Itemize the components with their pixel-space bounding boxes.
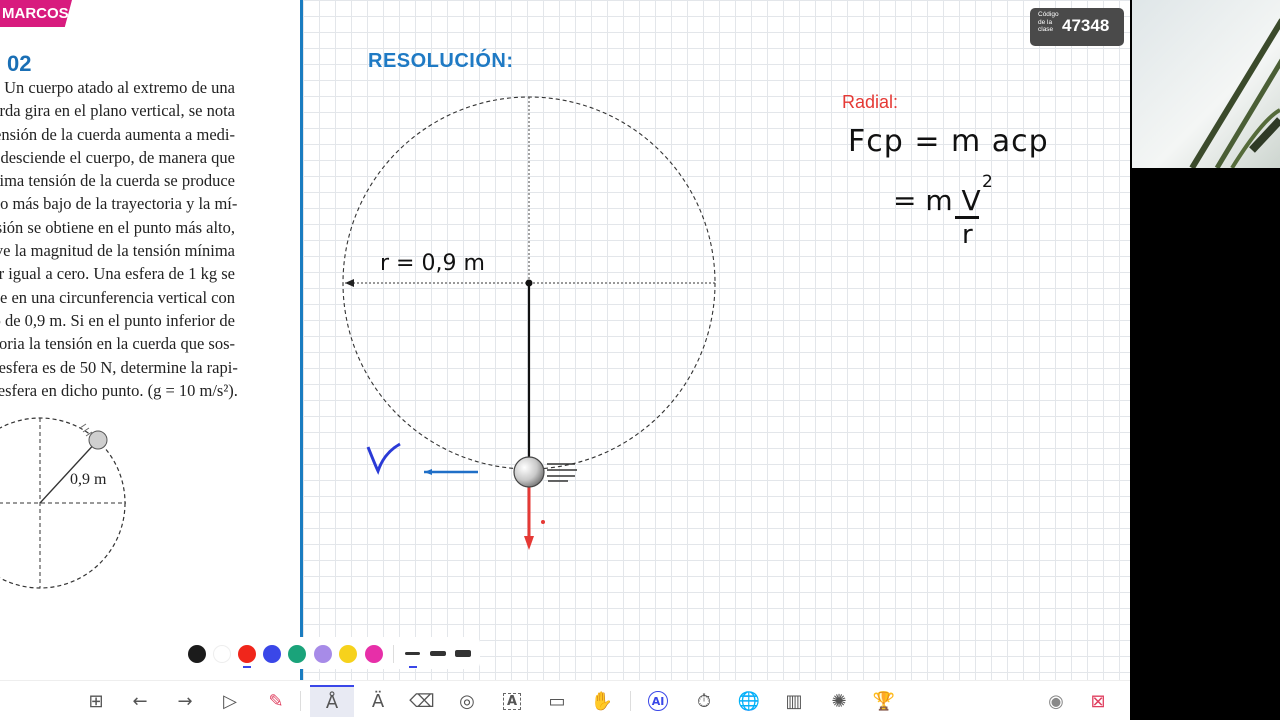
color-green-swatch[interactable] (288, 645, 306, 663)
timer-icon[interactable]: ⏱ (688, 685, 720, 717)
grid-icon[interactable]: ⊞ (80, 685, 112, 717)
color-yellow-swatch[interactable] (339, 645, 357, 663)
resolution-title: RESOLUCIÓN: (368, 50, 514, 72)
ai-icon-label: AI (648, 691, 668, 711)
velocity-arrowhead (424, 469, 432, 475)
selected-stroke-indicator (409, 666, 417, 668)
bottom-toolbar: ⊞ ← → ▷ ✎ Å Ä ⌫ ◎ A ▭ ✋ AI ⏱ 🌐 ▥ ✺ 🏆 ◉ ⊠ (0, 680, 1130, 721)
toolbar-divider (300, 691, 301, 711)
stroke-medium-option[interactable] (430, 651, 446, 656)
board-icon[interactable]: ▭ (541, 685, 573, 717)
stroke-thin-option[interactable] (405, 652, 420, 655)
color-palette (180, 637, 480, 669)
color-red-swatch[interactable] (238, 645, 256, 663)
motion-lines (547, 463, 577, 482)
shapes-icon[interactable]: ◎ (451, 685, 483, 717)
undo-icon[interactable]: ← (124, 685, 156, 717)
text-icon-label: A (502, 692, 522, 710)
equation-denominator: r (962, 220, 973, 250)
equation-centripetal-force: Fcp = m acp (848, 124, 1049, 159)
chart-icon[interactable]: ▥ (778, 685, 810, 717)
color-white-swatch[interactable] (213, 645, 231, 663)
stroke-thick-option[interactable] (455, 650, 471, 657)
text-icon[interactable]: A (496, 685, 528, 717)
color-blue-swatch[interactable] (263, 645, 281, 663)
eye-icon[interactable]: ◉ (1040, 685, 1072, 717)
eraser-icon[interactable]: ⌫ (406, 685, 438, 717)
selected-color-indicator (243, 666, 251, 668)
highlighter-icon[interactable]: Ä (362, 685, 394, 717)
redo-icon[interactable]: → (169, 685, 201, 717)
radial-label: Radial: (842, 92, 899, 112)
lasso-pen-icon[interactable]: ✎ (260, 685, 292, 717)
wheel-icon[interactable]: ✺ (823, 685, 855, 717)
color-black-swatch[interactable] (188, 645, 206, 663)
fraction-bar (955, 216, 979, 219)
select-icon[interactable]: ▷ (214, 685, 246, 717)
present-icon[interactable]: ⊠ (1082, 685, 1114, 717)
trophy-icon[interactable]: 🏆 (868, 685, 900, 717)
browser-icon[interactable]: 🌐 (733, 685, 765, 717)
sphere (513, 456, 545, 488)
class-code-label: Código de la clase (1038, 11, 1059, 33)
ai-icon[interactable]: AI (642, 685, 674, 717)
class-code-value: 47348 (1062, 16, 1110, 35)
class-code-badge[interactable]: Código de la clase 47348 (1030, 8, 1124, 46)
toolbar-divider (630, 691, 631, 711)
equation-mv-squared: = m V (893, 184, 981, 217)
velocity-symbol-stroke (366, 442, 401, 475)
whiteboard-drawing (342, 96, 716, 550)
tension-arrowhead (524, 536, 534, 550)
pen-icon[interactable]: Å (310, 685, 354, 717)
radius-annotation: r = 0,9 m (380, 251, 485, 276)
webcam-feed (1132, 0, 1280, 168)
hand-icon[interactable]: ✋ (586, 685, 618, 717)
pen-cursor-dot (541, 520, 545, 524)
color-pink-swatch[interactable] (365, 645, 383, 663)
radius-arrowhead (345, 279, 354, 287)
color-purple-swatch[interactable] (314, 645, 332, 663)
palette-divider (393, 645, 394, 663)
equation-exponent: 2 (982, 172, 993, 192)
